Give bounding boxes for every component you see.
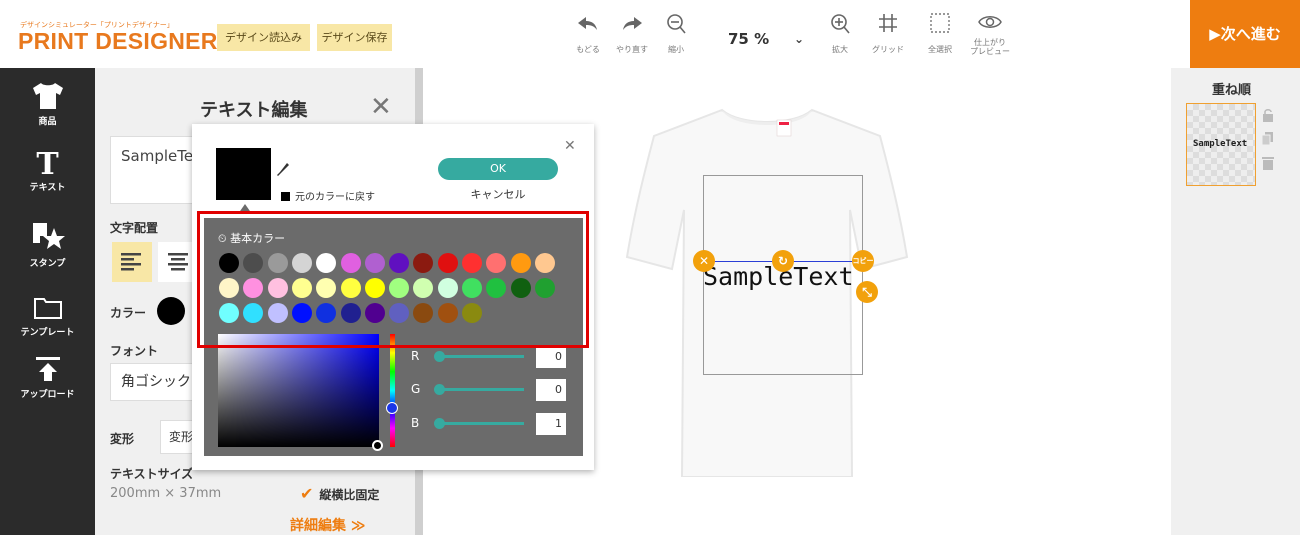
text-size-label: テキストサイズ	[110, 467, 194, 481]
undo-icon	[566, 12, 610, 44]
color-label: カラー	[110, 306, 147, 320]
select-all-label: 全選択	[928, 45, 952, 54]
align-left-icon	[121, 253, 141, 271]
reset-color-button[interactable]: 元のカラーに戻す	[281, 188, 375, 203]
select-all-icon	[918, 12, 962, 44]
copy-handle[interactable]: コピー	[852, 250, 874, 272]
save-design-button[interactable]: デザイン保存	[317, 24, 392, 51]
rotate-handle[interactable]: ↻	[772, 250, 794, 272]
nav-item-template[interactable]: テンプレート	[0, 295, 95, 338]
tshirt-icon	[32, 83, 63, 109]
logo-title: PRINT DESIGNER	[18, 28, 218, 54]
aspect-lock-checkbox[interactable]: ✔ 縦横比固定	[300, 484, 379, 503]
delete-handle[interactable]: ✕	[693, 250, 715, 272]
transform-label: 変形	[110, 432, 135, 446]
text-size-value: 200mm × 37mm	[110, 486, 222, 501]
zoom-in-icon	[818, 12, 862, 44]
sv-marker[interactable]	[372, 440, 383, 451]
zoom-select[interactable]: 75 % ⌄	[716, 22, 808, 56]
close-icon: ✕	[698, 254, 710, 268]
grid-button[interactable]: グリッド	[866, 12, 910, 55]
reset-color-label: 元のカラーに戻す	[295, 192, 375, 203]
rgb-input-b[interactable]: 1	[536, 413, 566, 435]
hue-marker[interactable]	[386, 402, 398, 414]
lock-icon[interactable]	[1262, 108, 1274, 122]
layer-text: SampleText	[1193, 139, 1248, 149]
rgb-track-r[interactable]	[438, 355, 524, 358]
redo-label: やり直す	[616, 45, 648, 54]
stamp-icon	[32, 223, 65, 249]
nav-item-text[interactable]: T テキスト	[0, 147, 95, 194]
chevron-down-icon: ⌄	[793, 32, 804, 46]
redo-icon	[610, 12, 654, 44]
select-all-button[interactable]: 全選択	[918, 12, 962, 55]
nav-label-upload: アップロード	[20, 390, 75, 400]
undo-label: もどる	[576, 45, 600, 54]
next-step-button[interactable]: ▶次へ進む	[1190, 0, 1300, 68]
color-button[interactable]	[157, 297, 185, 325]
close-icon[interactable]: ✕	[564, 138, 576, 154]
rgb-knob-g[interactable]	[434, 384, 445, 395]
nav-item-stamp[interactable]: スタンプ	[0, 220, 95, 269]
rgb-track-g[interactable]	[438, 388, 524, 391]
nav-item-product[interactable]: 商品	[0, 82, 95, 127]
rgb-knob-b[interactable]	[434, 418, 445, 429]
cancel-button[interactable]: キャンセル	[438, 186, 558, 202]
header: デザインシミュレーター「プリントデザイナー」 PRINT DESIGNER デザ…	[0, 0, 1300, 68]
text-icon: T	[36, 147, 59, 182]
reset-color-square	[281, 192, 290, 201]
current-color-swatch	[216, 148, 271, 200]
align-label: 文字配置	[110, 221, 159, 235]
rgb-label-b: B	[411, 416, 420, 430]
nav-label-stamp: スタンプ	[29, 259, 66, 269]
zoom-in-button[interactable]: 拡大	[818, 12, 862, 55]
eyedropper-icon[interactable]	[276, 162, 290, 182]
highlight-box	[197, 211, 589, 348]
font-label: フォント	[110, 344, 159, 358]
grid-label: グリッド	[872, 45, 904, 54]
preview-button[interactable]: 仕上がり プレビュー	[968, 12, 1012, 56]
layer-panel-title: 重ね順	[1212, 83, 1252, 98]
close-icon[interactable]: ✕	[370, 94, 392, 120]
undo-button[interactable]: もどる	[566, 12, 610, 55]
resize-handle[interactable]: ⤡	[856, 281, 878, 303]
copy-icon[interactable]	[1261, 132, 1274, 146]
nav-item-upload[interactable]: アップロード	[0, 355, 95, 400]
zoom-out-icon	[654, 12, 698, 44]
zoom-value: 75 %	[728, 30, 770, 48]
folder-icon	[33, 298, 62, 319]
rgb-input-r[interactable]: 0	[536, 346, 566, 368]
trash-icon[interactable]	[1262, 156, 1274, 170]
saturation-value-picker[interactable]	[218, 334, 379, 447]
eye-icon	[968, 12, 1012, 38]
zoom-in-label: 拡大	[832, 45, 848, 54]
rgb-label-r: R	[411, 349, 420, 363]
rotate-icon: ↻	[777, 254, 789, 268]
load-design-button[interactable]: デザイン読込み	[217, 24, 310, 51]
rgb-input-g[interactable]: 0	[536, 379, 566, 401]
nav-label-text: テキスト	[29, 183, 66, 193]
hue-slider[interactable]	[390, 334, 395, 447]
panel-title: テキスト編集	[200, 100, 308, 121]
check-icon: ✔	[300, 484, 314, 503]
zoom-out-label: 縮小	[668, 45, 684, 54]
aspect-lock-label: 縦横比固定	[319, 488, 380, 502]
resize-icon: ⤡	[862, 285, 872, 299]
upload-icon	[35, 357, 60, 381]
nav-label-template: テンプレート	[20, 328, 75, 338]
rgb-knob-r[interactable]	[434, 351, 445, 362]
rgb-track-b[interactable]	[438, 422, 524, 425]
redo-button[interactable]: やり直す	[610, 12, 654, 55]
grid-icon	[866, 12, 910, 44]
zoom-out-button[interactable]: 縮小	[654, 12, 698, 55]
rgb-label-g: G	[411, 382, 421, 396]
app-root: デザインシミュレーター「プリントデザイナー」 PRINT DESIGNER デザ…	[0, 0, 1300, 535]
align-left-button[interactable]	[112, 242, 152, 282]
preview-label: 仕上がり プレビュー	[970, 38, 1010, 56]
ok-button[interactable]: OK	[438, 158, 558, 180]
detail-edit-link[interactable]: 詳細編集 ≫	[290, 515, 366, 535]
nav-label-product: 商品	[38, 117, 57, 127]
